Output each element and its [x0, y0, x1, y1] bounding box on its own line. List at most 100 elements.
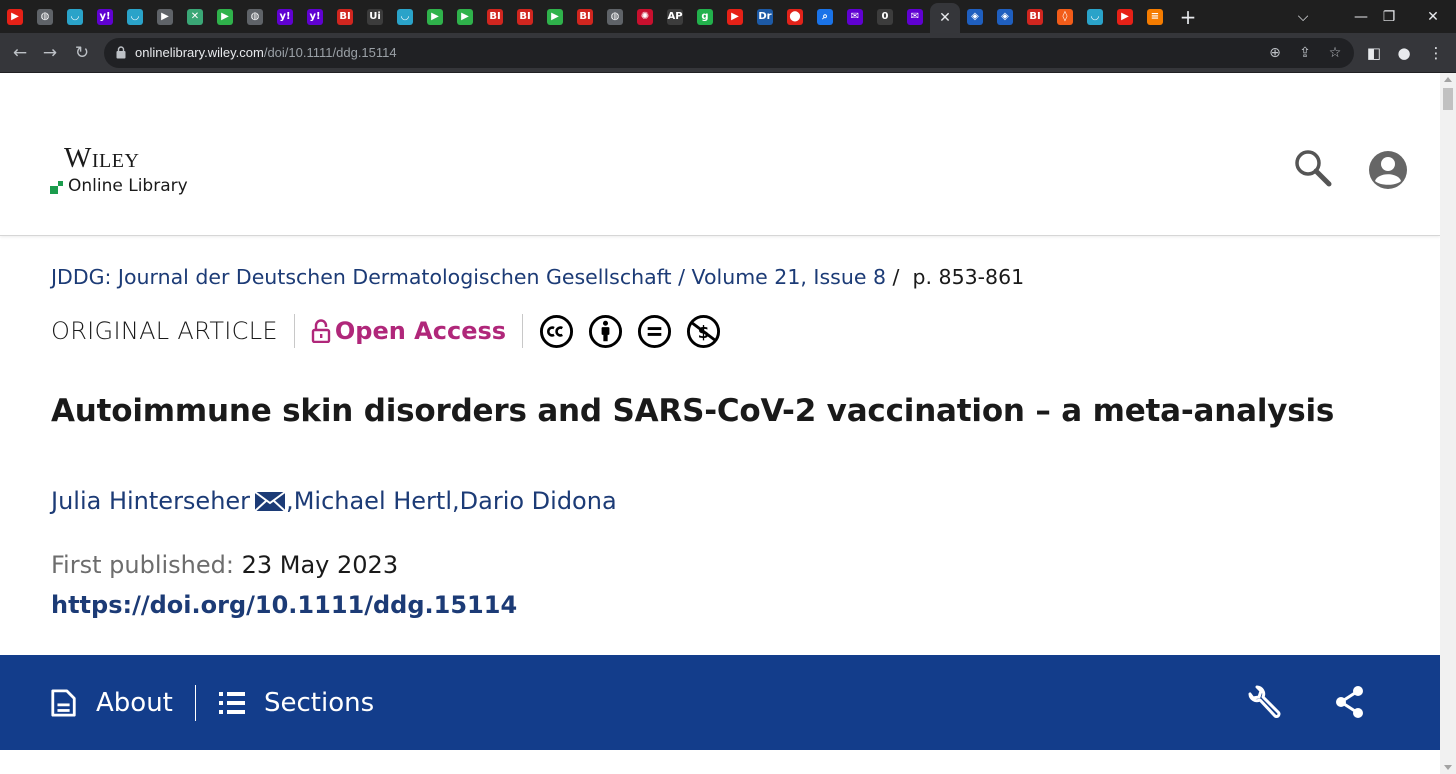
browser-tab[interactable]: ✕ [180, 0, 210, 33]
browser-tab[interactable]: BI [1020, 0, 1050, 33]
new-tab-button[interactable]: + [1170, 5, 1206, 29]
browser-tab-strip: ▶ ◍ ◡ y! ◡ ▶ ✕ ▶ ◍ y! y! BI Ui ◡ ▶ ▶ BI BI ▶ BI ◍ ✺ AP g ▶ Dr ⬤ ⌕ ✉ 0… [0, 0, 1456, 33]
list-icon [219, 692, 245, 714]
browser-tab[interactable]: ⌕ [810, 0, 840, 33]
browser-tab[interactable]: ◊ [1050, 0, 1080, 33]
browser-tab[interactable]: BI [330, 0, 360, 33]
browser-tab[interactable]: Dr [750, 0, 780, 33]
browser-tab[interactable]: y! [90, 0, 120, 33]
corresponding-author-email-icon[interactable] [254, 490, 286, 512]
browser-tab[interactable]: ⬤ [780, 0, 810, 33]
attribution-icon[interactable] [588, 314, 623, 349]
browser-tab[interactable]: y! [270, 0, 300, 33]
page-scrollbar[interactable] [1440, 73, 1456, 774]
bookmark-star-icon[interactable]: ☆ [1326, 44, 1344, 62]
brave-icon: ◊ [1057, 8, 1073, 25]
article-nav-bar: About Sections [0, 655, 1440, 750]
play-icon: ▶ [547, 8, 563, 25]
search-icon[interactable] [1293, 148, 1333, 188]
page-content: Wiley Online Library JDDG: Journal der D… [0, 73, 1440, 774]
restore-button[interactable]: ❐ [1366, 0, 1412, 33]
zoom-icon[interactable]: ⊕ [1266, 44, 1284, 62]
shield-icon: ◡ [127, 8, 143, 25]
share-page-icon[interactable]: ⇪ [1296, 44, 1314, 62]
published-date: 23 May 2023 [241, 551, 399, 579]
bi-icon: BI [1027, 8, 1043, 25]
browser-tab[interactable]: ◡ [1080, 0, 1110, 33]
doi-link[interactable]: https://doi.org/10.1111/ddg.15114 [51, 591, 517, 619]
browser-tab[interactable]: ◈ [990, 0, 1020, 33]
logo-mark-icon [50, 180, 63, 194]
browser-tab[interactable]: ◍ [240, 0, 270, 33]
document-icon [51, 689, 76, 717]
browser-tab[interactable]: BI [510, 0, 540, 33]
browser-tab[interactable]: ▶ [1110, 0, 1140, 33]
divider [522, 314, 524, 348]
non-commercial-icon[interactable]: $ [686, 314, 721, 349]
author-link[interactable]: Julia Hinterseher [51, 487, 250, 515]
search-icon: ⌕ [817, 8, 833, 25]
close-window-button[interactable]: ✕ [1410, 0, 1456, 33]
author-link[interactable]: Dario Didona [460, 487, 617, 515]
youtube-icon: ▶ [1117, 8, 1133, 25]
profile-icon[interactable]: ● [1392, 41, 1416, 65]
active-tab[interactable]: ✕ [930, 3, 960, 33]
browser-tab[interactable]: ▶ [420, 0, 450, 33]
browser-tab[interactable]: ▶ [150, 0, 180, 33]
creative-commons-icon[interactable] [539, 314, 574, 349]
browser-tab[interactable]: BI [480, 0, 510, 33]
bi-icon: BI [337, 8, 353, 25]
browser-tab[interactable]: ▶ [450, 0, 480, 33]
scroll-up-icon[interactable] [1444, 77, 1452, 82]
browser-tab[interactable]: ▶ [540, 0, 570, 33]
browser-tab[interactable]: BI [570, 0, 600, 33]
back-icon[interactable]: ← [8, 41, 32, 65]
browser-tab[interactable]: ◍ [30, 0, 60, 33]
share-icon[interactable] [1334, 685, 1366, 719]
browser-tab[interactable]: 0 [870, 0, 900, 33]
browser-tab[interactable]: ◡ [60, 0, 90, 33]
scroll-down-icon[interactable] [1444, 765, 1452, 770]
wiley-logo[interactable]: Wiley [64, 144, 139, 173]
wrench-icon[interactable] [1245, 685, 1281, 721]
about-button[interactable]: About [50, 685, 173, 721]
browser-tab[interactable]: ≡ [1140, 0, 1170, 33]
tab-search-button[interactable]: ⌵ [1280, 0, 1326, 33]
sections-button[interactable]: Sections [218, 685, 374, 721]
browser-tab[interactable]: ◍ [600, 0, 630, 33]
browser-tab[interactable]: AP [660, 0, 690, 33]
browser-tab[interactable]: ◡ [120, 0, 150, 33]
user-account-icon[interactable] [1368, 150, 1408, 190]
address-bar[interactable]: onlinelibrary.wiley.com/doi/10.1111/ddg.… [104, 38, 1354, 68]
play-icon: ▶ [457, 8, 473, 25]
browser-tab[interactable]: y! [300, 0, 330, 33]
issue-link[interactable]: Volume 21, Issue 8 [692, 265, 886, 289]
scroll-thumb[interactable] [1443, 88, 1453, 110]
browser-tab[interactable]: ✺ [630, 0, 660, 33]
browser-tab[interactable]: ▶ [720, 0, 750, 33]
browser-tab[interactable]: ◡ [390, 0, 420, 33]
reload-icon[interactable]: ↻ [70, 41, 94, 65]
browser-tab[interactable]: ✉ [840, 0, 870, 33]
youtube-icon: ▶ [7, 8, 23, 25]
no-derivatives-icon[interactable] [637, 314, 672, 349]
browser-tab[interactable]: ▶ [0, 0, 30, 33]
license-icons[interactable]: $ [539, 314, 721, 349]
browser-tab[interactable]: ✉ [900, 0, 930, 33]
news-icon: AP [667, 8, 683, 25]
play-icon: ▶ [217, 8, 233, 25]
browser-tab[interactable]: ▶ [210, 0, 240, 33]
browser-tab[interactable]: ◈ [960, 0, 990, 33]
youtube-icon: ▶ [727, 8, 743, 25]
online-library-logo[interactable]: Online Library [50, 176, 188, 196]
close-tab-icon[interactable]: ✕ [939, 10, 951, 26]
side-panel-icon[interactable]: ◧ [1362, 41, 1386, 65]
article-badges: ORIGINAL ARTICLE Open Access [51, 313, 721, 349]
menu-icon[interactable]: ⋮ [1424, 41, 1448, 65]
browser-tab[interactable]: g [690, 0, 720, 33]
browser-tab[interactable]: Ui [360, 0, 390, 33]
author-link[interactable]: Michael Hertl [294, 487, 452, 515]
mail-icon: ✉ [847, 8, 863, 25]
journal-link[interactable]: JDDG: Journal der Deutschen Dermatologis… [51, 265, 672, 289]
forward-icon[interactable]: → [38, 41, 62, 65]
